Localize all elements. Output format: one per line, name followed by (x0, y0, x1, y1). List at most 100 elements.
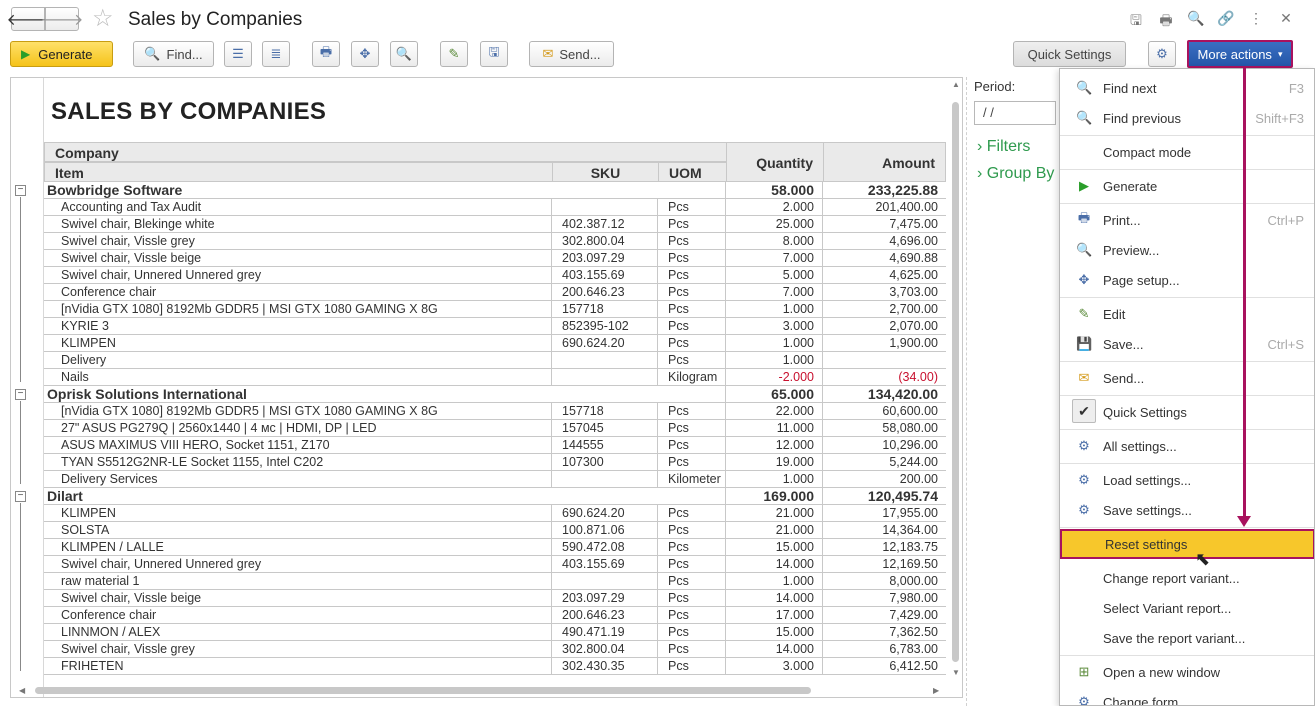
filters-link[interactable]: › Filters (977, 138, 1030, 156)
send-button[interactable]: ✉ Send... (529, 41, 614, 67)
menu-item-print[interactable]: 🖶 Print... Ctrl+P (1060, 205, 1314, 235)
close-icon[interactable]: ✕ (1271, 10, 1301, 34)
save-button[interactable]: 🖫 (480, 41, 508, 67)
menu-item-generate[interactable]: ▶ Generate (1060, 171, 1314, 201)
table-row[interactable]: KLIMPEN 690.624.20 Pcs 21.000 17,955.00 (44, 505, 946, 522)
menu-item-find-previous[interactable]: 🔍 Find previous Shift+F3 (1060, 103, 1314, 133)
collapse-groups-button[interactable]: ≣ (262, 41, 290, 67)
menu-item-save-the-report-variant[interactable]: Save the report variant... (1060, 623, 1314, 653)
menu-item-reset-settings[interactable]: Reset settings (1060, 529, 1314, 559)
print-button[interactable]: 🖶 (312, 41, 340, 67)
table-row[interactable]: TYAN S5512G2NR-LE Socket 1155, Intel C20… (44, 454, 946, 471)
menu-item-save[interactable]: 💾 Save... Ctrl+S (1060, 329, 1314, 359)
vertical-scroll-thumb[interactable] (952, 102, 959, 662)
quick-settings-button[interactable]: Quick Settings (1013, 41, 1126, 67)
horizontal-scrollbar[interactable]: ◀ ▶ (11, 684, 951, 697)
edit-button[interactable]: ✎ (440, 41, 468, 67)
find-button[interactable]: 🔍 Find... (133, 41, 214, 67)
table-row[interactable]: Swivel chair, Unnered Unnered grey 403.15… (44, 556, 946, 573)
menu-item-select-variant-report[interactable]: Select Variant report... (1060, 593, 1314, 623)
chevron-right-icon: › (977, 138, 983, 155)
menu-item-find-next[interactable]: 🔍 Find next F3 (1060, 73, 1314, 103)
more-vertical-icon[interactable]: ⋮ (1241, 10, 1271, 34)
group-row[interactable]: Oprisk Solutions International 65.000 134,… (44, 386, 946, 403)
menu-item-page-setup[interactable]: ✥ Page setup... (1060, 265, 1314, 295)
table-row[interactable]: Accounting and Tax Audit Pcs 2.000 201,400.… (44, 199, 946, 216)
menu-item-save-settings[interactable]: ⚙ Save settings... (1060, 495, 1314, 525)
item-uom: Pcs (658, 522, 726, 538)
table-row[interactable]: ASUS MAXIMUS VIII HERO, Socket 1151, Z17… (44, 437, 946, 454)
table-row[interactable]: Swivel chair, Vissle grey 302.800.04 Pcs 8.… (44, 233, 946, 250)
table-row[interactable]: Swivel chair, Vissle beige 203.097.29 Pcs 7… (44, 250, 946, 267)
menu-item-label: Save settings... (1103, 502, 1192, 518)
table-row[interactable]: KYRIE 3 852395-102 Pcs 3.000 2,070.00 (44, 318, 946, 335)
collapse-group-icon[interactable]: − (15, 389, 26, 400)
item-uom: Pcs (658, 556, 726, 572)
menu-separator (1060, 203, 1314, 204)
table-row[interactable]: Swivel chair, Unnered Unnered grey 403.15… (44, 267, 946, 284)
item-amount: 6,783.00 (889, 642, 938, 656)
expand-groups-button[interactable]: ☰ (224, 41, 252, 67)
group-by-link[interactable]: › Group By (977, 165, 1054, 183)
table-row[interactable]: Conference chair 200.646.23 Pcs 17.000 7,429… (44, 607, 946, 624)
group-row[interactable]: Bowbridge Software 58.000 233,225.88 (44, 182, 946, 199)
table-row[interactable]: LINNMON / ALEX 490.471.19 Pcs 15.000 7,362.… (44, 624, 946, 641)
collapse-group-icon[interactable]: − (15, 491, 26, 502)
table-row[interactable]: FRIHETEN 302.430.35 Pcs 3.000 6,412.50 (44, 658, 946, 675)
report-spreadsheet[interactable]: SALES BY COMPANIES Company Item SKU UOM … (10, 77, 963, 698)
menu-item-compact-mode[interactable]: Compact mode (1060, 137, 1314, 167)
menu-item-all-settings[interactable]: ⚙ All settings... (1060, 431, 1314, 461)
preview-icon[interactable]: 🔍 (1181, 10, 1211, 34)
print-icon[interactable]: 🖶 (1151, 10, 1181, 34)
group-row[interactable]: Dilart 169.000 120,495.74 (44, 488, 946, 505)
settings-button[interactable]: ⚙ (1148, 41, 1176, 67)
menu-item-load-settings[interactable]: ⚙ Load settings... (1060, 465, 1314, 495)
generate-button[interactable]: ▶ Generate (10, 41, 113, 67)
period-input[interactable]: / / (974, 101, 1056, 125)
table-row[interactable]: Delivery Services Kilometer 1.000 200.00 (44, 471, 946, 488)
favorite-star-icon[interactable]: ☆ (92, 6, 114, 32)
scroll-down-icon[interactable]: ▼ (952, 668, 960, 677)
table-row[interactable]: [nVidia GTX 1080] 8192Mb GDDR5 | MSI GTX… (44, 301, 946, 318)
menu-item-change-form[interactable]: ⚙ Change form... (1060, 687, 1314, 705)
save-icon[interactable]: 🖫 (1121, 10, 1151, 34)
scroll-right-icon[interactable]: ▶ (933, 686, 939, 695)
table-row[interactable]: KLIMPEN / LALLE 590.472.08 Pcs 15.000 12,18… (44, 539, 946, 556)
item-amount: 3,703.00 (889, 285, 938, 299)
collapse-group-icon[interactable]: − (15, 185, 26, 196)
item-sku: 203.097.29 (552, 590, 658, 606)
vertical-scrollbar[interactable]: ▲ ▼ (949, 78, 962, 678)
table-row[interactable]: SOLSTA 100.871.06 Pcs 21.000 14,364.00 (44, 522, 946, 539)
item-quantity: 14.000 (726, 556, 823, 572)
scroll-up-icon[interactable]: ▲ (952, 80, 960, 89)
menu-item-edit[interactable]: ✎ Edit (1060, 299, 1314, 329)
preview-button[interactable]: 🔍 (390, 41, 418, 67)
table-row[interactable]: [nVidia GTX 1080] 8192Mb GDDR5 | MSI GTX… (44, 403, 946, 420)
item-name: Conference chair (44, 607, 552, 623)
menu-item-preview[interactable]: 🔍 Preview... (1060, 235, 1314, 265)
scroll-left-icon[interactable]: ◀ (19, 686, 25, 695)
table-row[interactable]: KLIMPEN 690.624.20 Pcs 1.000 1,900.00 (44, 335, 946, 352)
menu-item-quick-settings[interactable]: ✔ Quick Settings (1060, 397, 1314, 427)
item-quantity: 7.000 (726, 250, 823, 266)
table-row[interactable]: Conference chair 200.646.23 Pcs 7.000 3,703.… (44, 284, 946, 301)
table-row[interactable]: raw material 1 Pcs 1.000 8,000.00 (44, 573, 946, 590)
link-icon[interactable]: 🔗 (1211, 10, 1241, 34)
edit-icon: ✎ (1078, 306, 1090, 321)
page-setup-button[interactable]: ✥ (351, 41, 379, 67)
table-row[interactable]: Delivery Pcs 1.000 (44, 352, 946, 369)
table-row[interactable]: 27" ASUS PG279Q | 2560x1440 | 4 мс | HDM… (44, 420, 946, 437)
table-row[interactable]: Swivel chair, Blekinge white 402.387.12 Pc… (44, 216, 946, 233)
forward-button[interactable]: 🡒 (41, 7, 83, 31)
item-name: Swivel chair, Vissle beige (44, 590, 552, 606)
menu-item-change-report-variant[interactable]: Change report variant... (1060, 563, 1314, 593)
menu-item-open-a-new-window[interactable]: ⊞ Open a new window (1060, 657, 1314, 687)
table-row[interactable]: Swivel chair, Vissle grey 302.800.04 Pcs 14… (44, 641, 946, 658)
horizontal-scroll-thumb[interactable] (35, 687, 811, 694)
table-row[interactable]: Nails Kilogram -2.000 (34.00) (44, 369, 946, 386)
menu-item-send[interactable]: ✉ Send... (1060, 363, 1314, 393)
menu-item-shortcut: Ctrl+S (1267, 336, 1304, 352)
table-row[interactable]: Swivel chair, Vissle beige 203.097.29 Pcs 1… (44, 590, 946, 607)
more-actions-button[interactable]: More actions ▾ (1187, 40, 1293, 68)
item-quantity: 1.000 (726, 573, 823, 589)
